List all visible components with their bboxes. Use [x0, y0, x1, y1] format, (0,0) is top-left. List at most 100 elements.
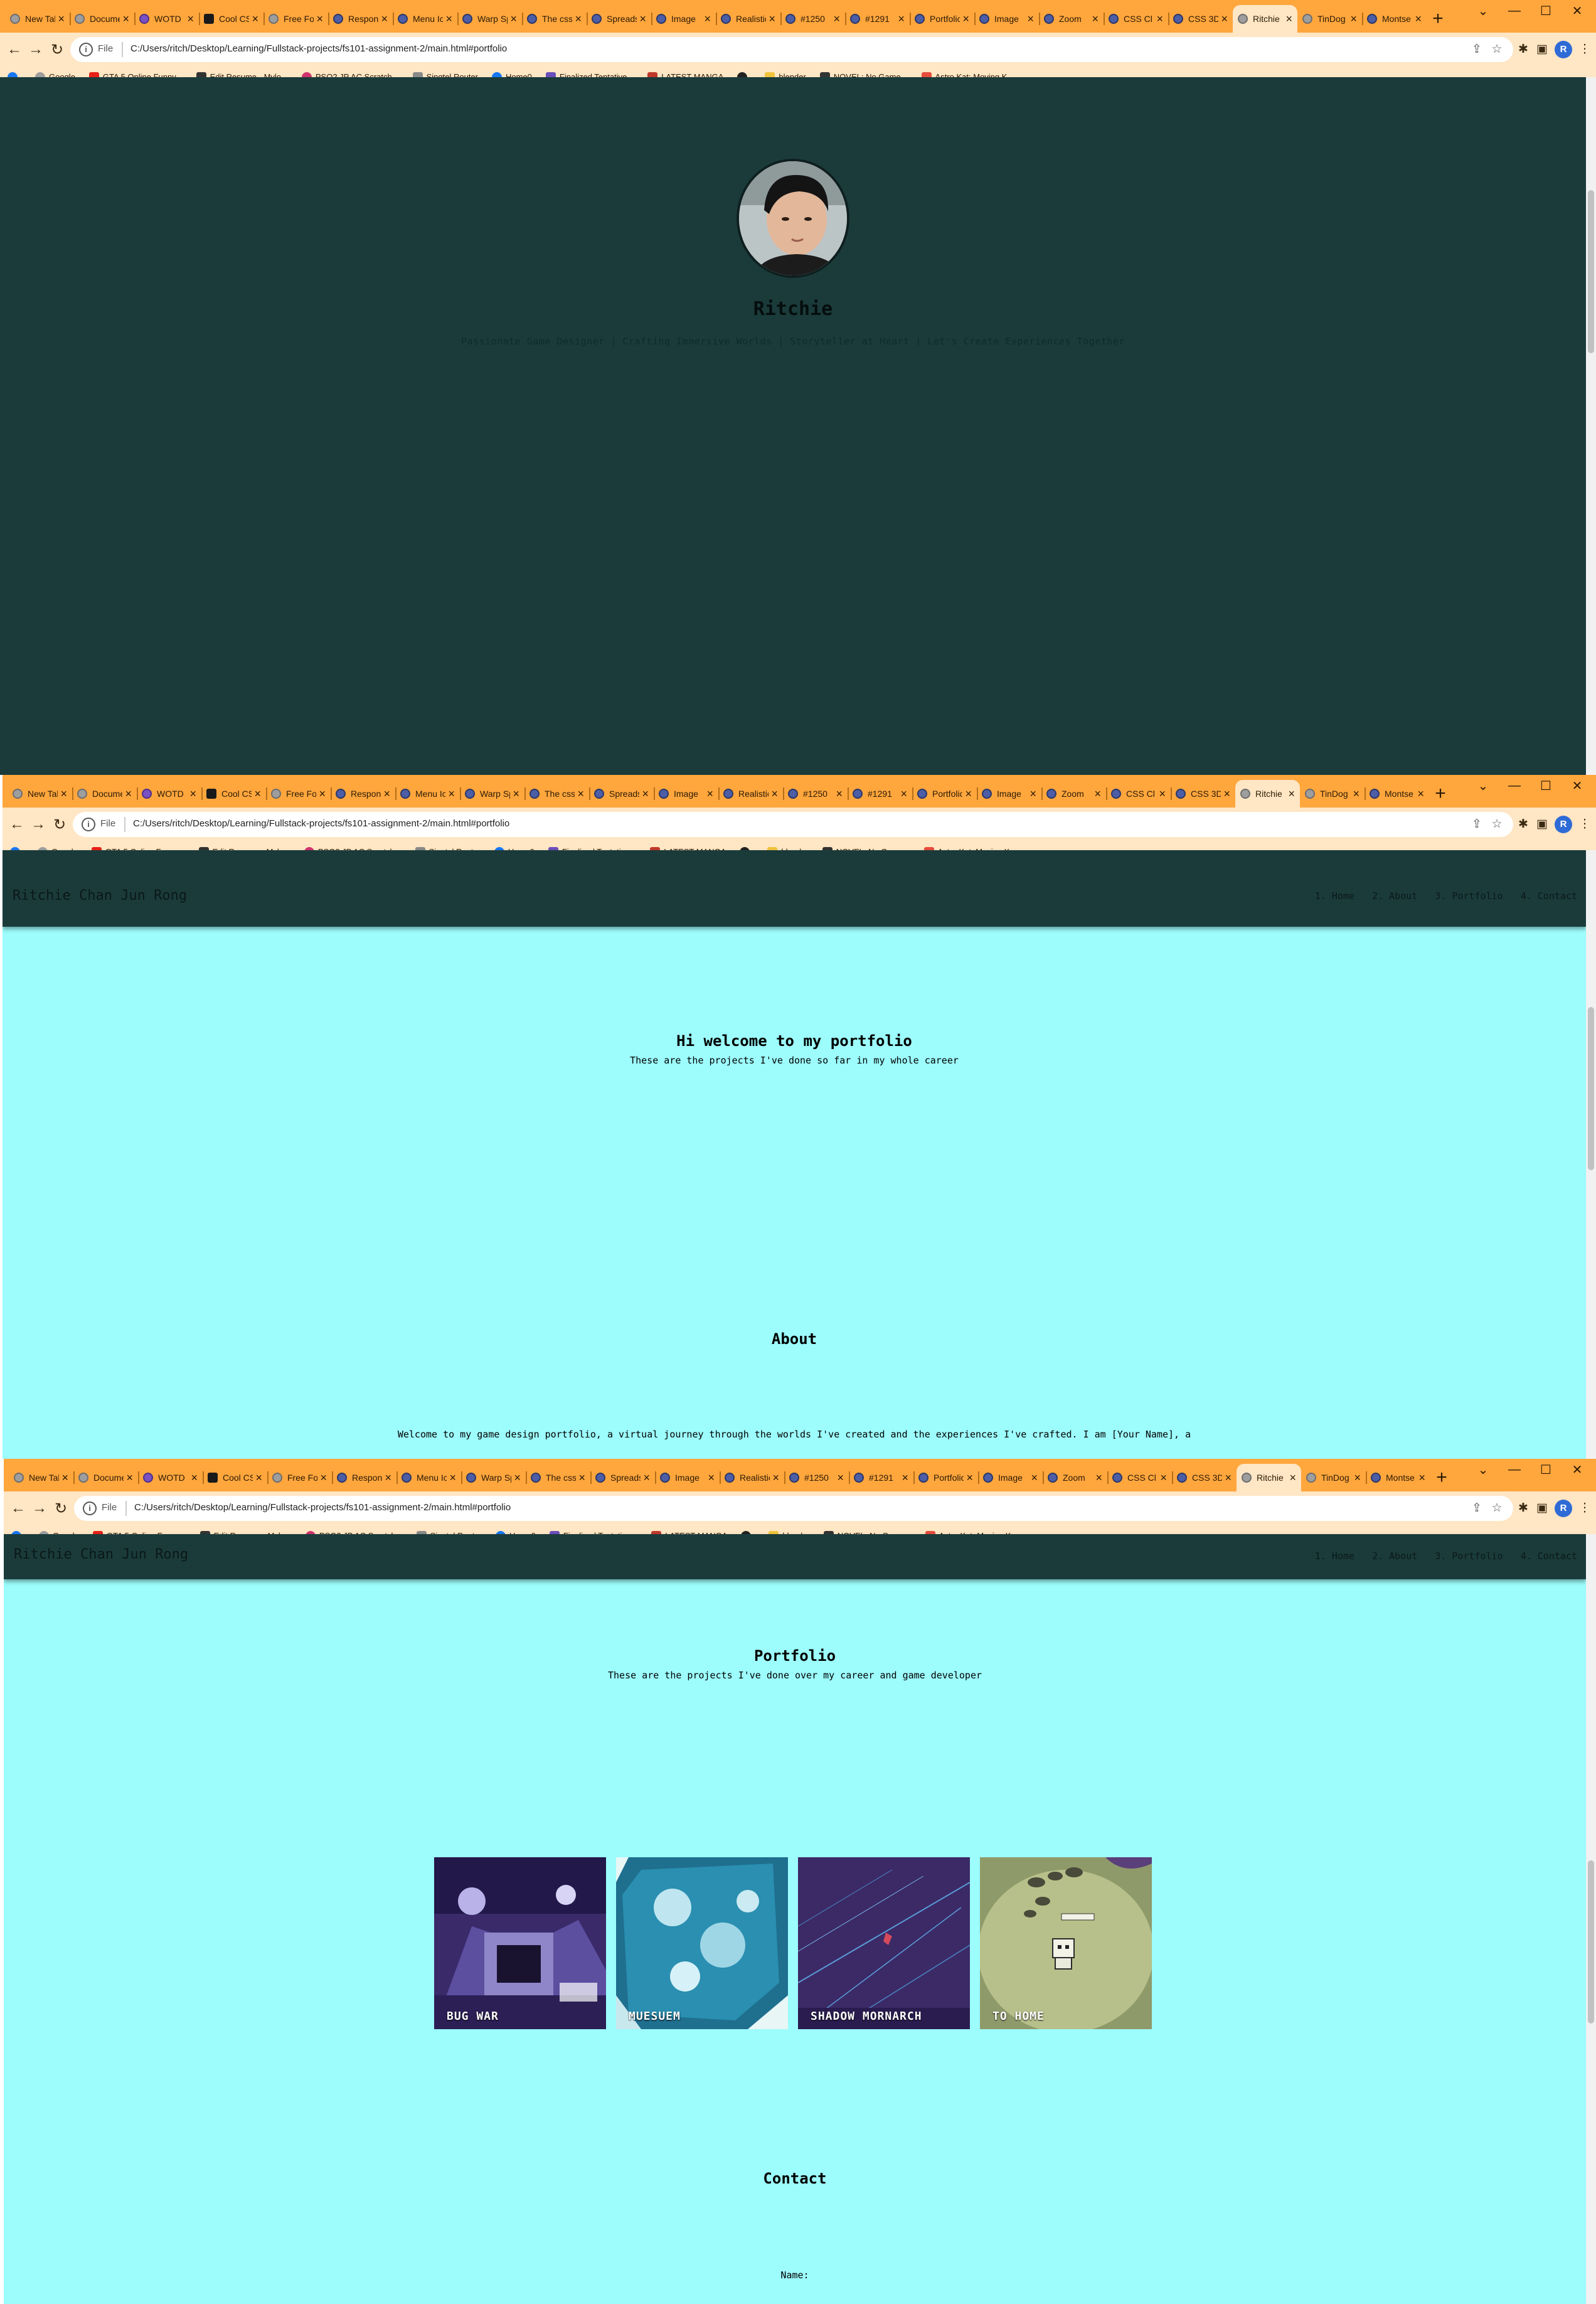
tab-close-icon[interactable]: ×: [1285, 13, 1292, 26]
tab-close-icon[interactable]: ×: [1417, 787, 1424, 801]
address-bar[interactable]: i File C:/Users/ritch/Desktop/Learning/F…: [74, 1496, 1513, 1521]
browser-tab[interactable]: Cool CSS×: [201, 780, 266, 808]
browser-tab[interactable]: Warp Speed×: [460, 780, 524, 808]
browser-tab[interactable]: #1291 ×: [848, 780, 912, 808]
browser-tab[interactable]: Zoom ×: [1041, 780, 1106, 808]
tab-close-icon[interactable]: ×: [1350, 13, 1357, 26]
browser-tab[interactable]: Menu Icons×: [396, 1464, 461, 1491]
back-button[interactable]: ←: [4, 39, 25, 60]
page-scrollbar[interactable]: [1586, 850, 1596, 1459]
tab-close-icon[interactable]: ×: [61, 1471, 68, 1485]
tab-close-icon[interactable]: ×: [510, 13, 517, 26]
tab-close-icon[interactable]: ×: [902, 1471, 908, 1485]
sidebar-icon[interactable]: ▣: [1533, 1500, 1551, 1517]
browser-tab[interactable]: CSS 3D ×: [1168, 5, 1233, 33]
nav-link-about[interactable]: 2. About: [1372, 890, 1417, 902]
profile-avatar[interactable]: R: [1555, 816, 1572, 833]
tab-close-icon[interactable]: ×: [1159, 787, 1166, 801]
tab-close-icon[interactable]: ×: [643, 1471, 650, 1485]
browser-tab[interactable]: #1250 ×: [783, 780, 848, 808]
project-card-bug-war[interactable]: BUG WAR: [434, 1857, 606, 2029]
browser-tab[interactable]: Responsive×: [328, 5, 393, 33]
forward-button[interactable]: →: [28, 814, 49, 835]
browser-tab[interactable]: #1291 ×: [849, 1464, 913, 1491]
browser-tab[interactable]: Portfolio ×: [913, 1464, 978, 1491]
page-scrollbar[interactable]: [1586, 77, 1596, 775]
browser-tab[interactable]: WOTD ×: [138, 1464, 203, 1491]
tab-close-icon[interactable]: ×: [1223, 787, 1230, 801]
tab-close-icon[interactable]: ×: [316, 13, 323, 26]
browser-tab[interactable]: #1291 ×: [845, 5, 910, 33]
tab-close-icon[interactable]: ×: [125, 787, 132, 801]
tab-close-icon[interactable]: ×: [769, 13, 775, 26]
tab-close-icon[interactable]: ×: [772, 1471, 779, 1485]
bookmark-star-icon[interactable]: ☆: [1489, 1501, 1504, 1516]
browser-tab[interactable]: CSS 3D ×: [1171, 780, 1235, 808]
browser-tab[interactable]: TinDog ×: [1301, 1464, 1366, 1491]
site-brand[interactable]: Ritchie Chan Jun Rong: [13, 888, 187, 904]
browser-tab[interactable]: Montse ×: [1362, 5, 1427, 33]
close-window-button[interactable]: ✕: [1558, 776, 1596, 795]
tab-close-icon[interactable]: ×: [60, 787, 67, 801]
nav-link-contact[interactable]: 4. Contact: [1521, 1550, 1577, 1562]
browser-tab[interactable]: Montse ×: [1366, 1464, 1430, 1491]
browser-tab[interactable]: CSS Cl ×: [1104, 5, 1168, 33]
tab-close-icon[interactable]: ×: [1225, 1471, 1232, 1485]
profile-avatar[interactable]: R: [1555, 41, 1572, 58]
tab-close-icon[interactable]: ×: [837, 1471, 844, 1485]
tab-close-icon[interactable]: ×: [191, 1471, 198, 1485]
tab-close-icon[interactable]: ×: [965, 787, 972, 801]
tab-close-icon[interactable]: ×: [708, 1471, 715, 1485]
browser-tab[interactable]: #1250 ×: [784, 1464, 849, 1491]
nav-link-about[interactable]: 2. About: [1372, 1550, 1417, 1562]
tab-close-icon[interactable]: ×: [126, 1471, 133, 1485]
new-tab-button[interactable]: +: [1429, 780, 1452, 808]
tab-close-icon[interactable]: ×: [319, 787, 326, 801]
browser-tab[interactable]: Warp Speed×: [457, 5, 522, 33]
tab-close-icon[interactable]: ×: [449, 1471, 456, 1485]
project-card-to-home[interactable]: TO HOME: [980, 1857, 1152, 2029]
browser-tab[interactable]: Montse ×: [1365, 780, 1429, 808]
menu-kebab-icon[interactable]: ⋮: [1576, 816, 1593, 833]
tab-close-icon[interactable]: ×: [1094, 787, 1101, 801]
tab-close-icon[interactable]: ×: [836, 787, 843, 801]
tab-close-icon[interactable]: ×: [575, 13, 582, 26]
tab-close-icon[interactable]: ×: [513, 787, 519, 801]
browser-tab[interactable]: Portfolio ×: [910, 5, 974, 33]
browser-tab[interactable]: WOTD ×: [137, 780, 201, 808]
new-tab-button[interactable]: +: [1430, 1464, 1453, 1491]
tab-close-icon[interactable]: ×: [1027, 13, 1034, 26]
browser-tab[interactable]: Realistic ×: [718, 780, 783, 808]
tab-close-icon[interactable]: ×: [704, 13, 711, 26]
address-bar[interactable]: i File C:/Users/ritch/Desktop/Learning/F…: [73, 812, 1513, 837]
browser-tab[interactable]: Zoom ×: [1039, 5, 1104, 33]
site-brand[interactable]: Ritchie Chan Jun Rong: [14, 1547, 188, 1562]
tab-close-icon[interactable]: ×: [898, 13, 905, 26]
sidebar-icon[interactable]: ▣: [1533, 41, 1551, 58]
tab-close-icon[interactable]: ×: [385, 1471, 391, 1485]
site-info-icon[interactable]: i: [79, 43, 93, 56]
forward-button[interactable]: →: [25, 39, 46, 60]
browser-tab[interactable]: Menu Icons×: [395, 780, 460, 808]
tab-close-icon[interactable]: ×: [320, 1471, 327, 1485]
share-icon[interactable]: ⇪: [1469, 1501, 1484, 1516]
back-button[interactable]: ←: [6, 814, 28, 835]
nav-link-contact[interactable]: 4. Contact: [1521, 890, 1577, 902]
share-icon[interactable]: ⇪: [1469, 42, 1484, 57]
browser-tab[interactable]: Ritchie ×: [1237, 1464, 1301, 1491]
nav-link-portfolio[interactable]: 3. Portfolio: [1435, 1550, 1503, 1562]
browser-tab[interactable]: Realistic ×: [720, 1464, 784, 1491]
browser-tab[interactable]: The css ×: [522, 5, 587, 33]
extensions-icon[interactable]: ✱: [1514, 41, 1532, 58]
reload-button[interactable]: ↻: [46, 39, 68, 60]
tab-close-icon[interactable]: ×: [514, 1471, 521, 1485]
browser-tab[interactable]: WOTD ×: [134, 5, 199, 33]
browser-tab[interactable]: TinDog ×: [1300, 780, 1365, 808]
browser-tab[interactable]: Image ×: [654, 780, 718, 808]
tab-close-icon[interactable]: ×: [1354, 1471, 1361, 1485]
browser-tab[interactable]: Zoom ×: [1043, 1464, 1107, 1491]
browser-tab[interactable]: Document×: [72, 780, 137, 808]
tab-close-icon[interactable]: ×: [1095, 1471, 1102, 1485]
share-icon[interactable]: ⇪: [1469, 817, 1484, 832]
browser-tab[interactable]: Document×: [73, 1464, 138, 1491]
